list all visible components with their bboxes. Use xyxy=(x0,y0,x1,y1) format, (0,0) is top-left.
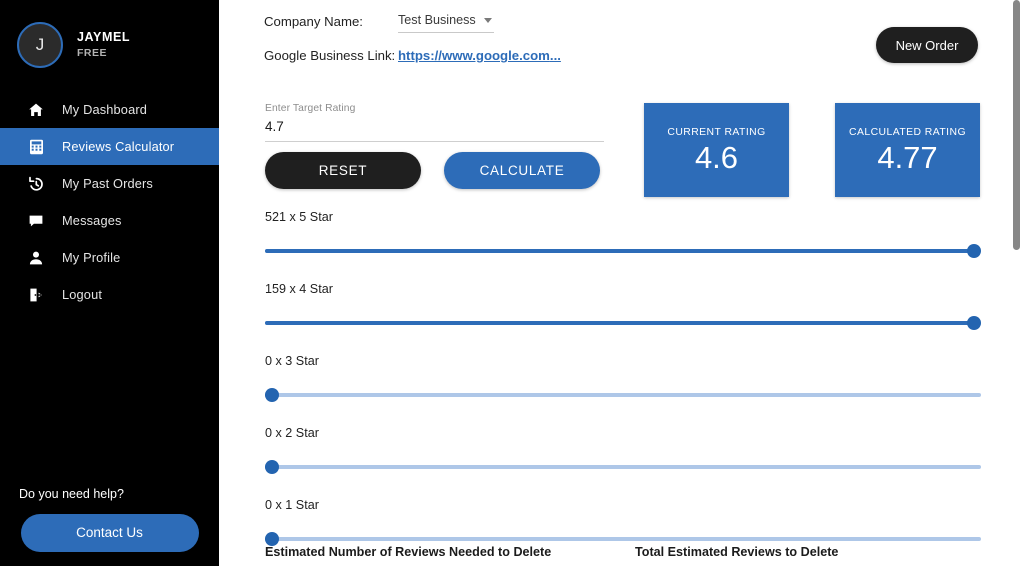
slider-group-2-star: 0 x 2 Star xyxy=(265,426,985,474)
app-root: J JAYMEL FREE My Dashboard Reviews Calcu… xyxy=(0,0,1024,566)
sidebar-item-label: Reviews Calculator xyxy=(62,139,175,154)
home-icon xyxy=(26,100,46,120)
company-name-label: Company Name: xyxy=(264,14,363,29)
google-link-row: Google Business Link: https://www.google… xyxy=(264,45,561,63)
slider-label: 521 x 5 Star xyxy=(265,210,333,224)
slider-2-star[interactable] xyxy=(265,460,981,474)
main-content: Company Name: Test Business Google Busin… xyxy=(219,0,1024,566)
contact-us-button[interactable]: Contact Us xyxy=(20,514,199,552)
slider-5-star[interactable] xyxy=(265,244,981,258)
google-business-link-ellipsis: ... xyxy=(549,48,561,63)
slider-label: 0 x 2 Star xyxy=(265,426,319,440)
current-rating-card: CURRENT RATING 4.6 xyxy=(644,103,789,197)
estimates-row: Estimated Number of Reviews Needed to De… xyxy=(265,545,981,559)
total-estimated-reviews-label: Total Estimated Reviews to Delete xyxy=(635,545,839,559)
target-rating-input[interactable] xyxy=(265,114,604,142)
sidebar-item-logout[interactable]: Logout xyxy=(0,276,219,313)
slider-group-5-star: 521 x 5 Star xyxy=(265,210,985,258)
slider-fill xyxy=(265,321,974,325)
company-name-row: Company Name: Test Business xyxy=(264,0,561,33)
profile-name: JAYMEL xyxy=(77,30,131,45)
reset-button[interactable]: RESET xyxy=(265,152,421,189)
slider-group-4-star: 159 x 4 Star xyxy=(265,282,985,330)
company-select-value: Test Business xyxy=(398,13,476,27)
calculator-icon xyxy=(26,137,46,157)
slider-fill xyxy=(265,249,974,253)
google-business-link-text: https://www.google.com xyxy=(398,48,550,63)
new-order-button[interactable]: New Order xyxy=(876,27,978,63)
sidebar-item-my-dashboard[interactable]: My Dashboard xyxy=(0,91,219,128)
slider-thumb[interactable] xyxy=(265,532,279,546)
help-section: Do you need help? Contact Us xyxy=(0,487,219,552)
profile-block[interactable]: J JAYMEL FREE xyxy=(0,0,219,70)
chevron-down-icon xyxy=(483,17,492,23)
avatar: J xyxy=(17,21,63,68)
slider-track xyxy=(265,465,981,469)
business-info: Company Name: Test Business Google Busin… xyxy=(264,0,561,63)
sidebar-item-my-past-orders[interactable]: My Past Orders xyxy=(0,165,219,202)
slider-group-3-star: 0 x 3 Star xyxy=(265,354,985,402)
chat-icon xyxy=(26,211,46,231)
sidebar-item-label: My Dashboard xyxy=(62,102,148,117)
calculated-rating-label: CALCULATED RATING xyxy=(849,127,966,138)
slider-label: 159 x 4 Star xyxy=(265,282,333,296)
slider-track xyxy=(265,537,981,541)
sidebar-item-label: Messages xyxy=(62,213,122,228)
calculate-button[interactable]: CALCULATE xyxy=(444,152,600,189)
slider-1-star[interactable] xyxy=(265,532,981,546)
scrollbar-thumb[interactable] xyxy=(1013,0,1020,250)
sidebar-item-label: Logout xyxy=(62,287,103,302)
target-rating-label: Enter Target Rating xyxy=(265,103,356,114)
sidebar-item-my-profile[interactable]: My Profile xyxy=(0,239,219,276)
calculated-rating-value: 4.77 xyxy=(877,140,938,175)
sidebar-item-messages[interactable]: Messages xyxy=(0,202,219,239)
sidebar-item-label: My Past Orders xyxy=(62,176,153,191)
logout-icon xyxy=(26,285,46,305)
person-icon xyxy=(26,248,46,268)
company-select[interactable]: Test Business xyxy=(398,0,494,33)
target-rating-block: Enter Target Rating xyxy=(265,103,604,142)
slider-4-star[interactable] xyxy=(265,316,981,330)
action-buttons: RESET CALCULATE xyxy=(265,152,600,189)
slider-label: 0 x 1 Star xyxy=(265,498,319,512)
calculated-rating-card: CALCULATED RATING 4.77 xyxy=(835,103,980,197)
google-business-link[interactable]: https://www.google.com... xyxy=(398,45,561,63)
slider-thumb[interactable] xyxy=(967,244,981,258)
current-rating-label: CURRENT RATING xyxy=(667,127,766,138)
profile-plan-badge: FREE xyxy=(77,46,108,59)
slider-thumb[interactable] xyxy=(265,460,279,474)
slider-thumb[interactable] xyxy=(967,316,981,330)
slider-3-star[interactable] xyxy=(265,388,981,402)
help-prompt: Do you need help? xyxy=(19,487,124,501)
sidebar-item-reviews-calculator[interactable]: Reviews Calculator xyxy=(0,128,219,165)
estimated-reviews-needed-label: Estimated Number of Reviews Needed to De… xyxy=(265,545,552,559)
current-rating-value: 4.6 xyxy=(694,140,739,175)
slider-track xyxy=(265,393,981,397)
vertical-scrollbar[interactable] xyxy=(1008,0,1024,566)
star-sliders: 521 x 5 Star 159 x 4 Star 0 x 3 Star 0 x… xyxy=(265,210,985,566)
sidebar-item-label: My Profile xyxy=(62,250,121,265)
slider-label: 0 x 3 Star xyxy=(265,354,319,368)
history-icon xyxy=(26,174,46,194)
slider-thumb[interactable] xyxy=(265,388,279,402)
sidebar-nav: My Dashboard Reviews Calculator My Past … xyxy=(0,91,219,313)
google-link-label: Google Business Link: xyxy=(264,48,396,63)
sidebar: J JAYMEL FREE My Dashboard Reviews Calcu… xyxy=(0,0,219,566)
slider-group-1-star: 0 x 1 Star xyxy=(265,498,985,546)
